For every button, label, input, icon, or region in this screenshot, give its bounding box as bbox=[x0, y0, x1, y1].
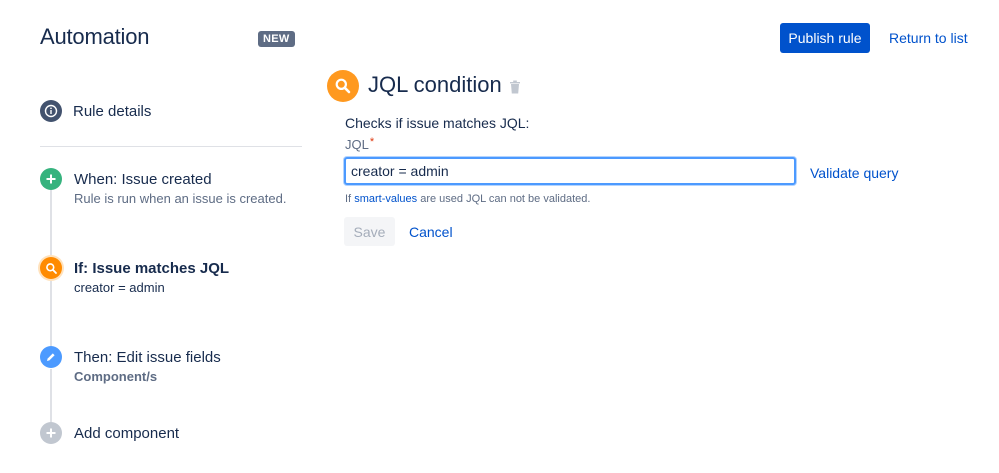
component-title: JQL condition bbox=[368, 72, 502, 97]
cancel-button[interactable]: Cancel bbox=[409, 224, 453, 240]
step-label: If: Issue matches JQL bbox=[74, 259, 230, 277]
sidebar-step-condition[interactable]: If: Issue matches JQL creator = admin bbox=[40, 257, 229, 295]
plus-icon bbox=[40, 422, 62, 444]
sidebar-step-action[interactable]: Then: Edit issue fields Component/s bbox=[40, 346, 221, 384]
save-button[interactable]: Save bbox=[344, 217, 395, 246]
step-description: Component/s bbox=[74, 369, 158, 384]
step-description: Rule is run when an issue is created. bbox=[74, 191, 287, 206]
info-icon bbox=[40, 100, 62, 122]
plus-icon bbox=[40, 168, 62, 190]
search-icon bbox=[40, 257, 62, 279]
jql-field-label: JQL* bbox=[345, 136, 375, 152]
sidebar-step-trigger[interactable]: When: Issue created Rule is run when an … bbox=[40, 168, 286, 206]
add-component-button[interactable]: Add component bbox=[40, 422, 179, 444]
rule-details-item[interactable]: Rule details bbox=[40, 100, 151, 122]
step-label: Add component bbox=[74, 424, 180, 442]
rule-details-label: Rule details bbox=[73, 102, 152, 120]
pencil-icon bbox=[40, 346, 62, 368]
step-label: Then: Edit issue fields bbox=[74, 348, 221, 366]
condition-description: Checks if issue matches JQL: bbox=[345, 115, 530, 131]
sidebar-divider bbox=[40, 146, 302, 147]
required-indicator: * bbox=[369, 136, 375, 148]
jql-input[interactable] bbox=[344, 157, 796, 185]
step-label: When: Issue created bbox=[74, 170, 212, 188]
validate-query-link[interactable]: Validate query bbox=[810, 165, 898, 181]
step-description: creator = admin bbox=[74, 280, 165, 295]
smart-values-link[interactable]: smart-values bbox=[354, 193, 417, 205]
jql-hint: If smart-values are used JQL can not be … bbox=[345, 193, 591, 205]
trash-icon[interactable] bbox=[509, 80, 521, 94]
page-title: Automation bbox=[40, 24, 150, 49]
publish-rule-button[interactable]: Publish rule bbox=[780, 23, 870, 53]
new-badge: NEW bbox=[258, 31, 295, 47]
search-icon bbox=[327, 70, 359, 102]
return-to-list-link[interactable]: Return to list bbox=[889, 30, 968, 46]
